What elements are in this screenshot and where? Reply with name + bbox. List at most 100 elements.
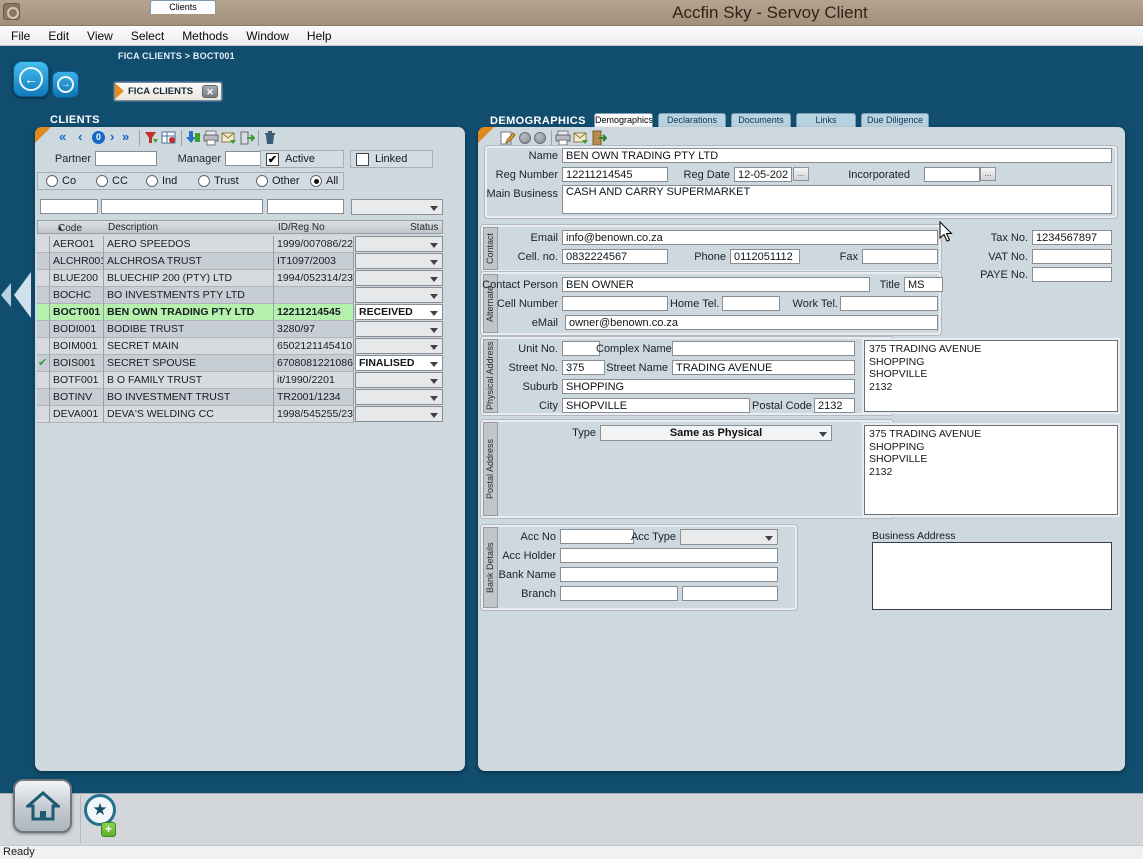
- tax-no-input[interactable]: [1032, 230, 1112, 245]
- radio-co[interactable]: [46, 175, 58, 187]
- filter-icon[interactable]: [143, 130, 159, 146]
- tab-demographics[interactable]: Demographics: [594, 113, 653, 127]
- delete-icon[interactable]: [262, 130, 278, 146]
- reg-date-input[interactable]: [734, 167, 792, 182]
- table-row[interactable]: BOTINVBO INVESTMENT TRUSTTR2001/1234: [37, 389, 443, 406]
- bank-name-input[interactable]: [560, 567, 778, 582]
- status-dropdown[interactable]: RECEIVED: [355, 304, 443, 320]
- acc-holder-input[interactable]: [560, 548, 778, 563]
- radio-cc[interactable]: [96, 175, 108, 187]
- workspace-tab-fica-clients[interactable]: FICA CLIENTS ✕: [114, 82, 222, 101]
- radio-all[interactable]: [310, 175, 322, 187]
- status-dropdown[interactable]: [355, 287, 443, 303]
- name-input[interactable]: [562, 148, 1112, 163]
- work-tel-input[interactable]: [840, 296, 938, 311]
- menu-window[interactable]: Window: [237, 29, 298, 43]
- table-row[interactable]: ✔BOIS001SECRET SPOUSE6708081221086FINALI…: [37, 355, 443, 372]
- incorporated-input[interactable]: [924, 167, 980, 182]
- previous-record-button[interactable]: ‹: [78, 129, 82, 145]
- menu-view[interactable]: View: [78, 29, 122, 43]
- status-filter-dropdown[interactable]: [351, 199, 443, 215]
- table-row[interactable]: BLUE200BLUECHIP 200 (PTY) LTD1994/052314…: [37, 270, 443, 287]
- table-row[interactable]: DEVA001DEVA'S WELDING CC1998/545255/23: [37, 406, 443, 423]
- exit-icon[interactable]: [591, 130, 607, 146]
- code-filter-input[interactable]: [40, 199, 98, 214]
- tab-due-diligence[interactable]: Due Diligence: [861, 113, 929, 127]
- postal-type-dropdown[interactable]: Same as Physical: [600, 425, 832, 441]
- tab-links[interactable]: Links: [796, 113, 856, 127]
- partner-input[interactable]: [95, 151, 157, 166]
- status-dropdown[interactable]: [355, 253, 443, 269]
- edit-icon[interactable]: [500, 130, 516, 146]
- branch-code-input[interactable]: [682, 586, 778, 601]
- branch-input[interactable]: [560, 586, 678, 601]
- close-tab-button[interactable]: ✕: [202, 85, 218, 98]
- back-button[interactable]: ←: [13, 61, 49, 97]
- tab-clients[interactable]: Clients: [150, 0, 216, 14]
- home-button[interactable]: [13, 779, 72, 833]
- status-dropdown[interactable]: [355, 321, 443, 337]
- cell-no-input[interactable]: [562, 249, 668, 264]
- table-row[interactable]: BOTF001B O FAMILY TRUSTit/1990/2201: [37, 372, 443, 389]
- radio-trust[interactable]: [198, 175, 210, 187]
- radio-ind[interactable]: [146, 175, 158, 187]
- export-icon[interactable]: [239, 130, 255, 146]
- street-no-input[interactable]: [562, 360, 605, 375]
- first-record-button[interactable]: «: [59, 129, 66, 145]
- phone-input[interactable]: [730, 249, 800, 264]
- status-dropdown[interactable]: [355, 270, 443, 286]
- main-business-input[interactable]: CASH AND CARRY SUPERMARKET: [562, 185, 1112, 214]
- incorporated-picker-button[interactable]: ...: [980, 167, 996, 181]
- status-dropdown[interactable]: FINALISED: [355, 355, 443, 371]
- menu-select[interactable]: Select: [122, 29, 173, 43]
- email-icon[interactable]: [573, 130, 589, 146]
- panel-collapse-handle[interactable]: [1, 272, 33, 318]
- street-name-input[interactable]: [672, 360, 855, 375]
- table-row[interactable]: AERO01AERO SPEEDOS1999/007086/22: [37, 236, 443, 253]
- import-icon[interactable]: [185, 130, 201, 146]
- status-dropdown[interactable]: [355, 338, 443, 354]
- email-icon[interactable]: [221, 130, 237, 146]
- print-icon[interactable]: [555, 130, 571, 146]
- alt-email-input[interactable]: [565, 315, 938, 330]
- column-description[interactable]: Description: [108, 222, 158, 233]
- table-row[interactable]: BODI001BODIBE TRUST3280/97: [37, 321, 443, 338]
- table-row[interactable]: ALCHR001ALCHROSA TRUSTIT1097/2003: [37, 253, 443, 270]
- table-row[interactable]: BOIM001SECRET MAIN6502121145410: [37, 338, 443, 355]
- forward-button[interactable]: →: [52, 71, 79, 98]
- acc-type-dropdown[interactable]: [680, 529, 778, 545]
- vat-no-input[interactable]: [1032, 249, 1112, 264]
- column-idreg[interactable]: ID/Reg No: [278, 222, 325, 233]
- add-favorite-button[interactable]: +: [101, 822, 116, 837]
- email-input[interactable]: [562, 230, 938, 245]
- last-record-button[interactable]: »: [122, 129, 129, 145]
- fax-input[interactable]: [862, 249, 938, 264]
- tab-documents[interactable]: Documents: [731, 113, 791, 127]
- unit-no-input[interactable]: [562, 341, 600, 356]
- idreg-filter-input[interactable]: [267, 199, 344, 214]
- city-input[interactable]: [562, 398, 750, 413]
- tab-declarations[interactable]: Declarations: [658, 113, 726, 127]
- grid-icon[interactable]: [161, 130, 177, 146]
- menu-help[interactable]: Help: [298, 29, 341, 43]
- contact-person-input[interactable]: [562, 277, 870, 292]
- status-dropdown[interactable]: [355, 389, 443, 405]
- paye-no-input[interactable]: [1032, 267, 1112, 282]
- suburb-input[interactable]: [562, 379, 855, 394]
- description-filter-input[interactable]: [101, 199, 263, 214]
- complex-name-input[interactable]: [672, 341, 855, 356]
- reg-date-picker-button[interactable]: ...: [793, 167, 809, 181]
- column-status[interactable]: Status: [410, 222, 438, 233]
- active-checkbox[interactable]: ✔: [266, 153, 279, 166]
- title-input[interactable]: [904, 277, 943, 292]
- linked-checkbox[interactable]: [356, 153, 369, 166]
- menu-edit[interactable]: Edit: [39, 29, 78, 43]
- menu-file[interactable]: File: [2, 29, 39, 43]
- status-dropdown[interactable]: [355, 406, 443, 422]
- cell-number-input[interactable]: [562, 296, 668, 311]
- table-row[interactable]: BOCT001BEN OWN TRADING PTY LTD1221121454…: [37, 304, 443, 321]
- reg-number-input[interactable]: [562, 167, 668, 182]
- status-dropdown[interactable]: [355, 372, 443, 388]
- business-address-box[interactable]: [872, 542, 1112, 610]
- acc-no-input[interactable]: [560, 529, 634, 544]
